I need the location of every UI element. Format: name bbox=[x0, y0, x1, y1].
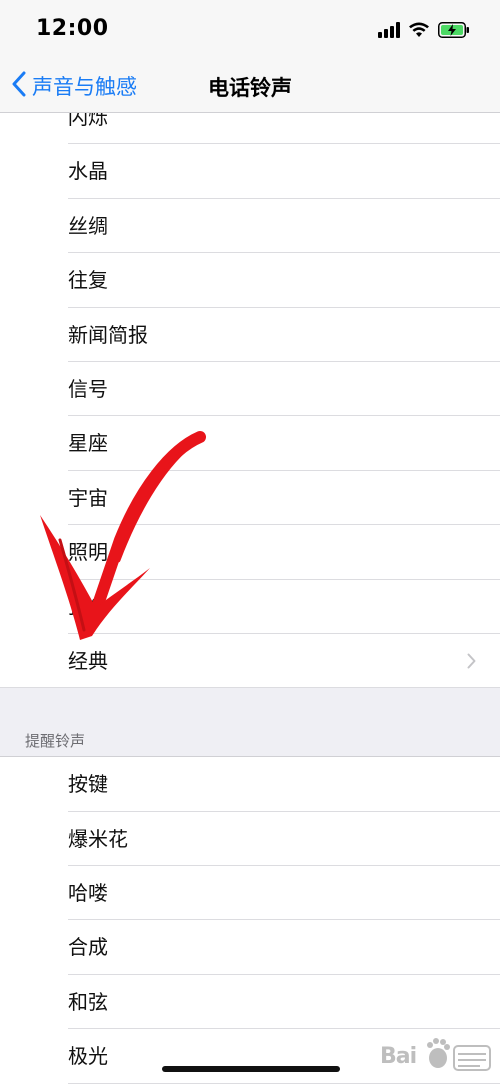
page-title: 电话铃声 bbox=[208, 76, 292, 100]
alert-tone-row[interactable]: 爆米花 bbox=[0, 811, 500, 867]
ringtone-row[interactable]: 丝绸 bbox=[0, 198, 500, 254]
alert-tone-label: 按键 bbox=[68, 772, 108, 797]
ringtone-row[interactable]: 信号 bbox=[0, 361, 500, 417]
watermark-text: Bai bbox=[380, 1044, 417, 1069]
section-gap bbox=[0, 688, 500, 729]
ringtone-label: 信号 bbox=[68, 376, 108, 401]
ringtone-row[interactable]: 宇宙 bbox=[0, 470, 500, 526]
status-icons bbox=[378, 20, 470, 44]
alert-tone-row[interactable]: 和弦 bbox=[0, 974, 500, 1030]
ringtone-label: 照明 bbox=[68, 540, 108, 565]
ringtone-label: 顶尖 bbox=[68, 594, 108, 619]
ringtone-label: 星座 bbox=[68, 431, 108, 456]
alert-tone-label: 极光 bbox=[68, 1044, 108, 1069]
alert-tone-label: 和弦 bbox=[68, 989, 108, 1014]
ringtone-row[interactable]: 顶尖 bbox=[0, 579, 500, 635]
watermark-logo: Bai bbox=[378, 1030, 498, 1080]
battery-charging-icon bbox=[438, 22, 470, 42]
alert-tone-label: 合成 bbox=[68, 935, 108, 960]
ringtone-row-classic[interactable]: 经典 bbox=[0, 633, 500, 689]
ringtone-label: 新闻简报 bbox=[68, 322, 148, 347]
ringtone-row[interactable]: 照明 bbox=[0, 525, 500, 580]
alert-tone-row[interactable]: 合成 bbox=[0, 920, 500, 976]
status-time: 12:00 bbox=[36, 16, 109, 41]
ringtone-list-scroll[interactable]: 闪烁 水晶 丝绸 往复 新闻简报 信号 星座 宇宙 照明 顶尖 经典 提醒铃声 … bbox=[0, 113, 500, 1084]
cellular-signal-icon bbox=[378, 22, 400, 42]
ringtone-label: 闪烁 bbox=[68, 113, 108, 129]
chevron-right-icon bbox=[467, 653, 476, 673]
paw-icon bbox=[427, 1038, 491, 1071]
ringtone-label: 水晶 bbox=[68, 159, 108, 184]
section-header-label: 提醒铃声 bbox=[25, 732, 86, 751]
ringtone-row[interactable]: 往复 bbox=[0, 253, 500, 308]
ringtone-list: 闪烁 水晶 丝绸 往复 新闻简报 信号 星座 宇宙 照明 顶尖 经典 提醒铃声 … bbox=[0, 113, 500, 1084]
ringtone-row[interactable]: 水晶 bbox=[0, 144, 500, 200]
ringtone-row[interactable]: 星座 bbox=[0, 416, 500, 472]
wifi-icon bbox=[408, 22, 430, 42]
ringtone-label: 丝绸 bbox=[68, 213, 108, 238]
ringtone-label: 宇宙 bbox=[68, 485, 108, 510]
alert-tones-section-header: 提醒铃声 bbox=[0, 728, 500, 758]
alert-tone-row[interactable]: 哈喽 bbox=[0, 866, 500, 921]
ringtone-label: 经典 bbox=[68, 648, 108, 673]
ringtone-row[interactable]: 新闻简报 bbox=[0, 307, 500, 363]
status-bar: 12:00 bbox=[0, 0, 500, 60]
alert-tone-row[interactable]: 按键 bbox=[0, 757, 500, 813]
ringtone-label: 往复 bbox=[68, 268, 108, 293]
alert-tone-label: 哈喽 bbox=[68, 881, 108, 906]
alert-tone-label: 爆米花 bbox=[68, 826, 128, 851]
navigation-bar: 声音与触感 电话铃声 bbox=[0, 60, 500, 113]
ringtone-row[interactable]: 闪烁 bbox=[0, 113, 500, 145]
home-indicator[interactable] bbox=[162, 1066, 340, 1072]
